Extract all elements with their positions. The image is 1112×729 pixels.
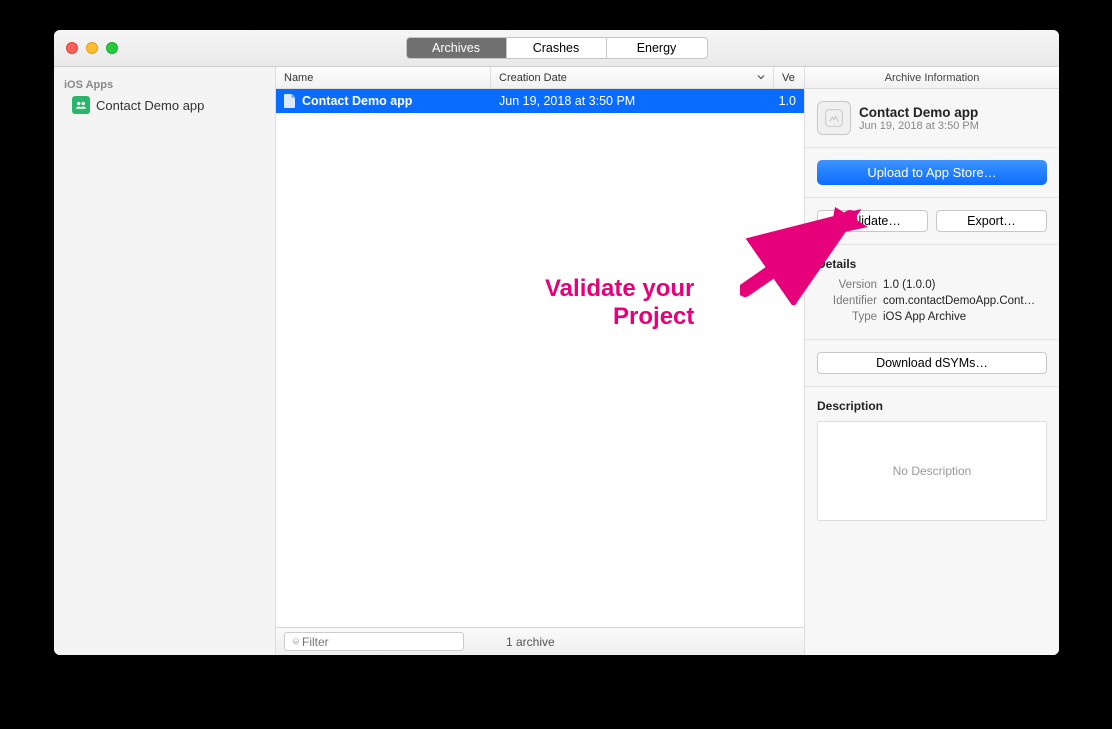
organizer-window: Archives Crashes Energy iOS Apps Contact… [54, 30, 1059, 655]
tab-archives[interactable]: Archives [407, 38, 507, 58]
sidebar-item-contact-demo[interactable]: Contact Demo app [54, 93, 275, 117]
validate-button[interactable]: Validate… [817, 210, 928, 232]
identifier-label: Identifier [817, 295, 877, 307]
description-section-title: Description [817, 399, 1047, 413]
sidebar-section-header: iOS Apps [54, 75, 275, 93]
no-description-placeholder: No Description [893, 464, 972, 478]
sidebar-item-label: Contact Demo app [96, 98, 204, 113]
minimize-window-button[interactable] [86, 42, 98, 54]
window-body: iOS Apps Contact Demo app Name Creation … [54, 67, 1059, 655]
column-name[interactable]: Name [276, 67, 491, 88]
footer-status: 1 archive [506, 635, 555, 649]
type-label: Type [817, 311, 877, 323]
archive-app-icon [817, 101, 851, 135]
upload-to-app-store-button[interactable]: Upload to App Store… [817, 160, 1047, 185]
tab-crashes[interactable]: Crashes [507, 38, 607, 58]
version-value: 1.0 (1.0.0) [883, 279, 1047, 291]
table-header: Name Creation Date Ve [276, 67, 804, 89]
app-icon [72, 96, 90, 114]
version-label: Version [817, 279, 877, 291]
titlebar: Archives Crashes Energy [54, 30, 1059, 67]
document-icon [284, 94, 296, 108]
list-footer: 1 archive [276, 627, 804, 655]
sidebar: iOS Apps Contact Demo app [54, 67, 276, 655]
column-date-label: Creation Date [499, 72, 567, 84]
close-window-button[interactable] [66, 42, 78, 54]
row-version: 1.0 [771, 94, 804, 108]
description-box[interactable]: No Description [817, 421, 1047, 521]
zoom-window-button[interactable] [106, 42, 118, 54]
archive-summary: Contact Demo app Jun 19, 2018 at 3:50 PM [805, 89, 1059, 147]
table-body: Contact Demo app Jun 19, 2018 at 3:50 PM… [276, 89, 804, 627]
column-creation-date[interactable]: Creation Date [491, 67, 774, 88]
tab-segmented-control: Archives Crashes Energy [406, 37, 708, 59]
archive-title: Contact Demo app [859, 105, 979, 120]
archive-date: Jun 19, 2018 at 3:50 PM [859, 120, 979, 132]
details-section-title: Details [817, 257, 1047, 271]
filter-icon [291, 636, 302, 648]
table-row[interactable]: Contact Demo app Jun 19, 2018 at 3:50 PM… [276, 89, 804, 113]
download-dsyms-button[interactable]: Download dSYMs… [817, 352, 1047, 374]
export-button[interactable]: Export… [936, 210, 1047, 232]
filter-field[interactable] [284, 632, 464, 651]
row-date: Jun 19, 2018 at 3:50 PM [491, 94, 771, 108]
inspector-header: Archive Information [805, 67, 1059, 89]
filter-input[interactable] [302, 635, 457, 649]
traffic-lights [54, 42, 118, 54]
inspector-panel: Archive Information Contact Demo app Jun… [805, 67, 1059, 655]
type-value: iOS App Archive [883, 311, 1047, 323]
row-name: Contact Demo app [302, 94, 412, 108]
identifier-value: com.contactDemoApp.Cont… [883, 295, 1047, 307]
column-version[interactable]: Ve [774, 67, 804, 88]
tab-energy[interactable]: Energy [607, 38, 707, 58]
sort-indicator-icon [757, 72, 765, 84]
archive-list: Name Creation Date Ve Contact Demo app [276, 67, 805, 655]
